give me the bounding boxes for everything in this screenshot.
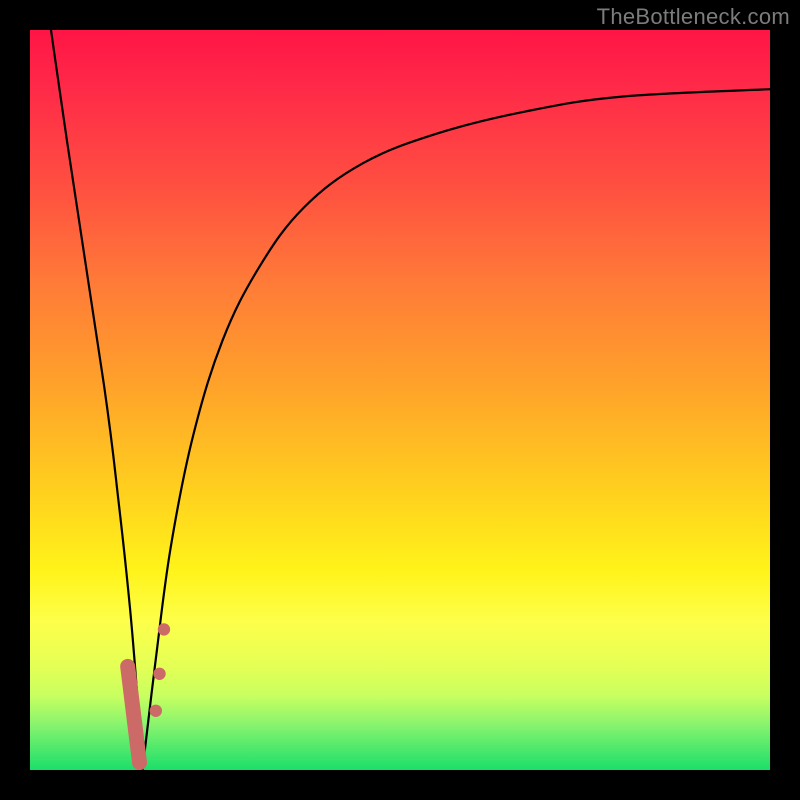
marker-thick-stub xyxy=(128,666,140,762)
plot-area xyxy=(30,30,770,770)
curve-left-branch xyxy=(30,0,142,770)
marker-dots xyxy=(150,623,171,717)
watermark-text: TheBottleneck.com xyxy=(597,4,790,30)
marker-dot xyxy=(150,705,162,717)
marker-dot xyxy=(153,668,165,680)
marker-dot xyxy=(158,623,170,635)
curves-svg xyxy=(30,30,770,770)
curve-right-branch xyxy=(142,89,770,770)
chart-frame: TheBottleneck.com xyxy=(0,0,800,800)
